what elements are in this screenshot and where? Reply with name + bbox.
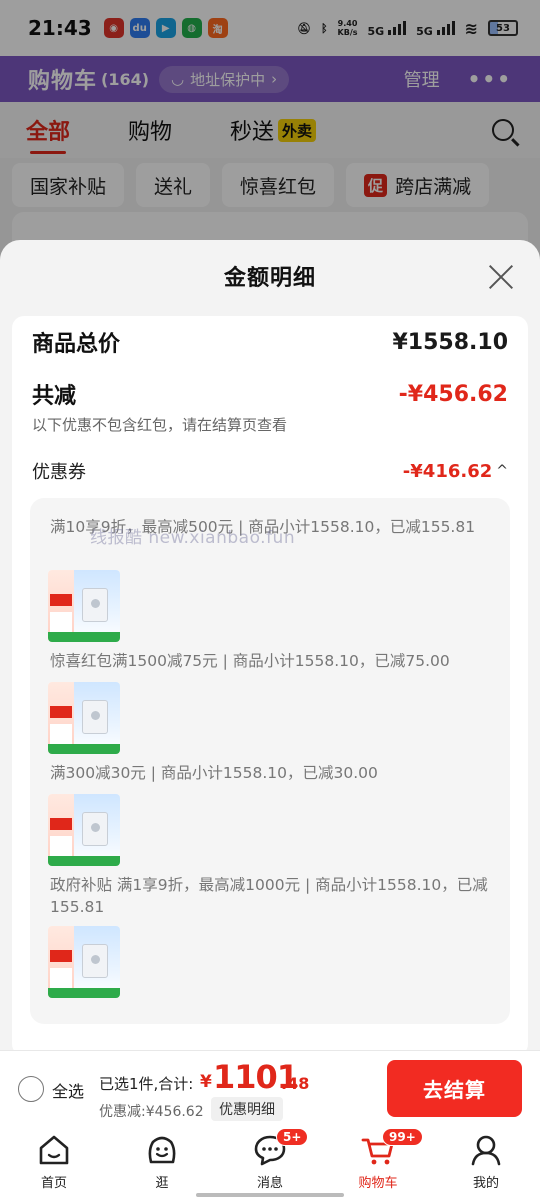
- close-icon[interactable]: [488, 264, 514, 290]
- select-all-label[interactable]: 全选: [52, 1078, 84, 1102]
- product-thumbnail[interactable]: [48, 794, 120, 866]
- product-thumbnail[interactable]: [48, 926, 120, 998]
- coupon-value: -¥416.62: [402, 460, 493, 482]
- coupon-item-text: 惊喜红包满1500减75元 | 商品小计1558.10，已减75.00: [50, 652, 450, 670]
- discount-detail-button[interactable]: 优惠明细: [211, 1097, 283, 1121]
- home-indicator: [196, 1193, 344, 1197]
- product-thumbnail[interactable]: [48, 570, 120, 642]
- home-icon: [39, 1135, 69, 1165]
- coupon-item-text: 满300减30元 | 商品小计1558.10，已减30.00: [50, 764, 378, 782]
- bottom-nav: 首页 逛 5+ 消息 99+ 购物车 我的: [0, 1126, 540, 1200]
- select-all-checkbox[interactable]: [18, 1076, 44, 1102]
- profile-icon: [471, 1135, 501, 1166]
- checkout-button[interactable]: 去结算: [387, 1060, 522, 1117]
- sheet-title: 金额明细: [223, 266, 316, 291]
- watermark-text: 线报酷 new.xianbao.fun: [90, 528, 296, 548]
- reduce-value: -¥456.62: [398, 381, 508, 407]
- coupon-row[interactable]: 优惠券 -¥416.62 ^: [32, 458, 508, 484]
- nav-home[interactable]: 首页: [0, 1126, 108, 1200]
- discount-text: 优惠减:¥456.62: [99, 1104, 204, 1120]
- coupon-item-text: 政府补贴 满1享9折，最高减1000元 | 商品小计1558.10，已减155.…: [50, 876, 488, 916]
- stroll-face-icon: [148, 1136, 176, 1164]
- reduce-row: 共减 -¥456.62: [32, 378, 508, 410]
- nav-cart[interactable]: 99+ 购物车: [324, 1126, 432, 1200]
- nav-messages[interactable]: 5+ 消息: [216, 1126, 324, 1200]
- selected-count: 已选1件,合计:: [99, 1075, 194, 1093]
- checkout-bar: 全选 已选1件,合计: ¥ 1101 .48 优惠减:¥456.62 优惠明细 …: [0, 1050, 540, 1126]
- message-badge: 5+: [276, 1128, 309, 1146]
- chevron-up-icon[interactable]: ^: [496, 463, 508, 479]
- total-currency: ¥: [200, 1072, 212, 1092]
- total-row: 商品总价 ¥1558.10: [32, 326, 508, 358]
- nav-stroll[interactable]: 逛: [108, 1126, 216, 1200]
- total-amount-dec: .48: [281, 1074, 310, 1093]
- reduce-label: 共减: [32, 384, 77, 409]
- total-label: 商品总价: [32, 332, 121, 357]
- coupon-list: 满10享9折，最高减500元 | 商品小计1558.10，已减155.81 惊喜…: [30, 498, 510, 1024]
- amount-panel: 商品总价 ¥1558.10 共减 -¥456.62 以下优惠不包含红包，请在结算…: [12, 316, 528, 1056]
- reduce-note: 以下优惠不包含红包，请在结算页查看: [32, 416, 288, 434]
- coupon-label: 优惠券: [32, 462, 86, 483]
- nav-profile[interactable]: 我的: [432, 1126, 540, 1200]
- product-thumbnail[interactable]: [48, 682, 120, 754]
- total-value: ¥1558.10: [392, 329, 508, 355]
- cart-badge: 99+: [382, 1128, 423, 1146]
